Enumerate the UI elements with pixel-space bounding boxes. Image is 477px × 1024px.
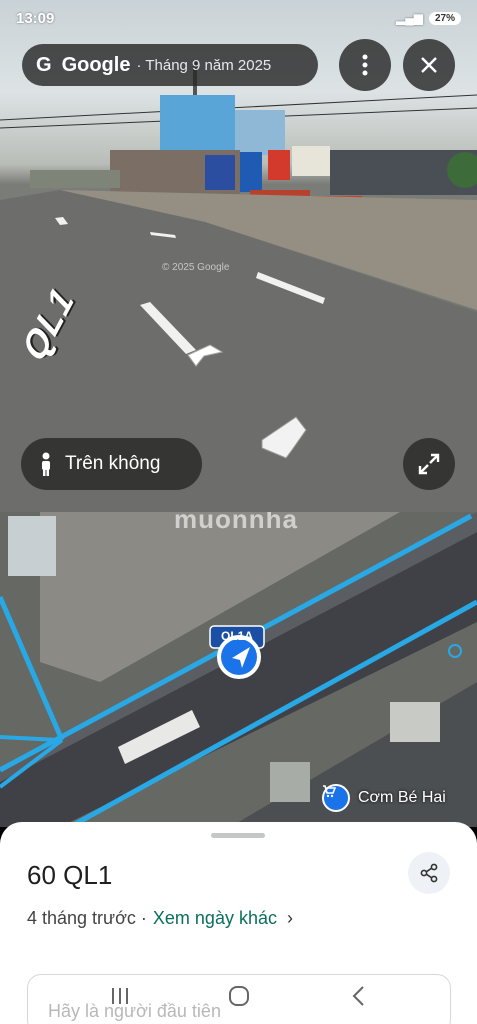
street-view-header[interactable]: G Google · Tháng 9 năm 2025 <box>22 44 318 86</box>
back-icon <box>352 986 364 1006</box>
place-marker[interactable]: Cơm Bé Hai <box>322 784 446 812</box>
street-view-panorama[interactable]: 13:09 ▂▄▆ 27% G Google · Tháng 9 năm 202… <box>0 0 477 512</box>
recents-button[interactable] <box>100 976 140 1016</box>
address-title: 60 QL1 <box>27 860 113 890</box>
aerial-view-button[interactable]: Trên không <box>21 438 202 490</box>
status-icons: ▂▄▆ 27% <box>396 11 461 25</box>
satellite-map[interactable]: muonnha QL1A Cơm Bé Hai <box>0 512 477 827</box>
close-button[interactable] <box>403 39 455 91</box>
home-button[interactable] <box>219 976 259 1016</box>
expand-icon <box>418 453 440 475</box>
capture-date: · Tháng 9 năm 2025 <box>136 56 272 74</box>
system-nav-bar <box>0 968 477 1024</box>
shopping-cart-icon <box>322 784 350 812</box>
copyright-text: © 2025 Google <box>162 262 230 273</box>
status-bar: 13:09 ▂▄▆ 27% <box>0 0 477 36</box>
back-button[interactable] <box>338 976 378 1016</box>
chevron-right-icon[interactable]: › <box>287 908 293 929</box>
map-imagery <box>0 512 477 827</box>
time-ago: 4 tháng trước · <box>27 908 147 928</box>
drag-handle[interactable] <box>211 833 265 838</box>
home-icon <box>228 986 249 1006</box>
more-vert-icon <box>362 54 368 76</box>
battery-indicator: 27% <box>428 11 461 25</box>
aerial-view-label: Trên không <box>65 453 161 474</box>
expand-button[interactable] <box>403 438 455 490</box>
road-shield-label: QL1A <box>220 629 253 643</box>
other-dates-link[interactable]: Xem ngày khác <box>153 908 277 929</box>
brand-label: Google <box>61 53 131 76</box>
google-logo-icon: G <box>36 53 52 76</box>
close-icon <box>421 57 437 73</box>
place-name: Cơm Bé Hai <box>358 789 446 806</box>
capture-info-row: 4 tháng trước · Xem ngày khác › <box>27 908 293 929</box>
share-button[interactable] <box>408 852 450 894</box>
signal-icon: ▂▄▆ <box>396 11 423 25</box>
watermark-logo: muonnha <box>174 512 298 534</box>
status-time: 13:09 <box>16 9 55 27</box>
person-icon <box>39 452 53 476</box>
recents-icon <box>111 988 128 1004</box>
share-icon <box>420 863 438 883</box>
more-options-button[interactable] <box>339 39 391 91</box>
